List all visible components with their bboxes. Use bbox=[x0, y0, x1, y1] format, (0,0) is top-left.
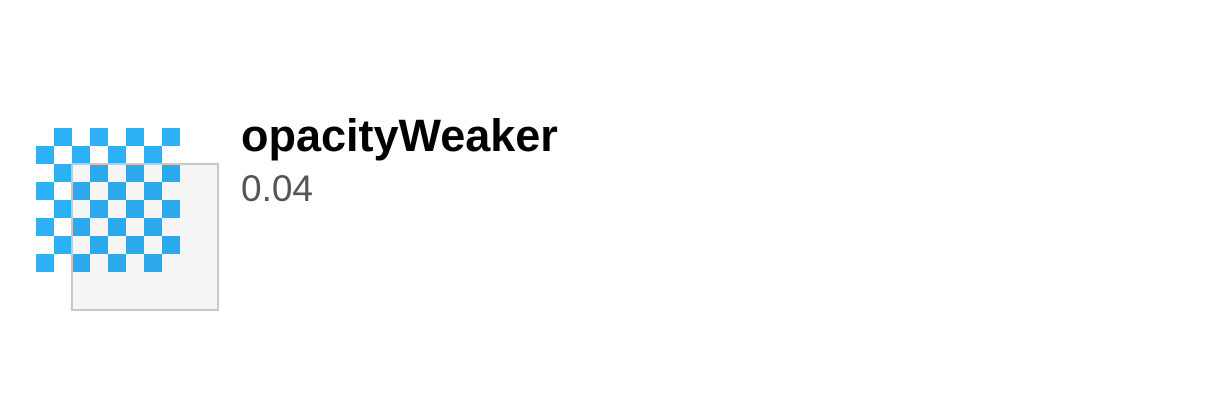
token-value: 0.04 bbox=[241, 168, 314, 209]
opacity-overlay-square bbox=[71, 163, 219, 311]
opacity-token-card: opacityWeaker 0.04 bbox=[0, 0, 1206, 402]
token-name: opacityWeaker bbox=[241, 110, 558, 161]
opacity-swatch bbox=[36, 128, 219, 311]
